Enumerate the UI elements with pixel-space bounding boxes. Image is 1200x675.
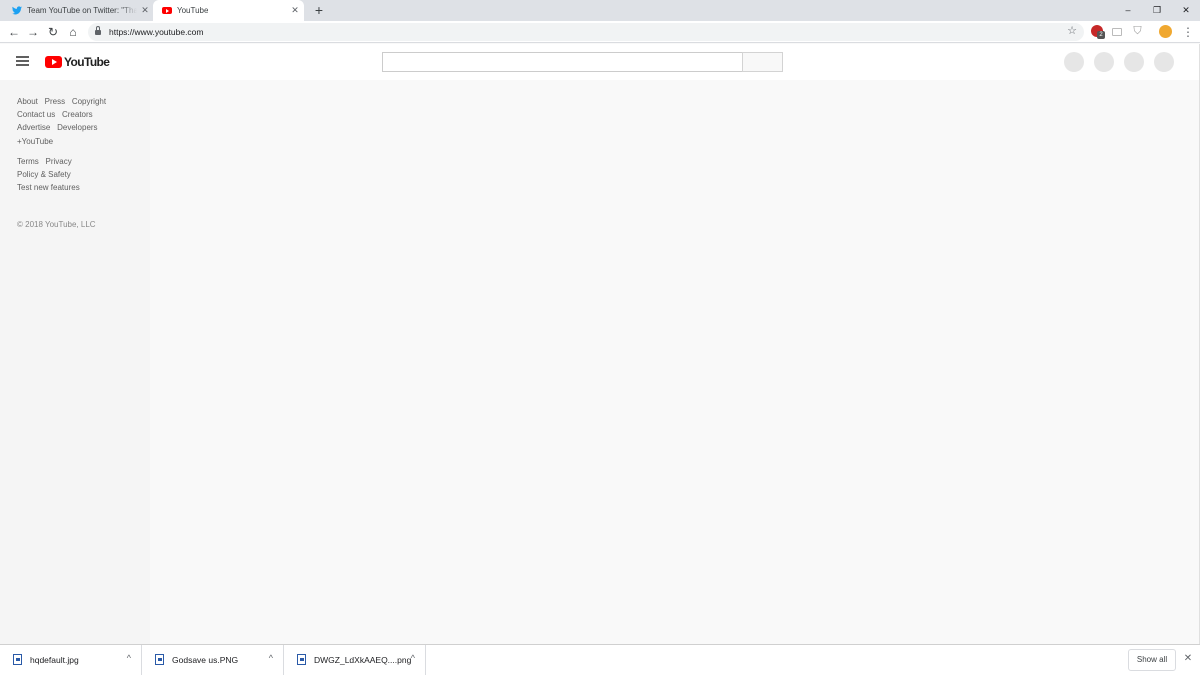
image-file-icon	[13, 654, 22, 665]
profile-avatar-icon[interactable]	[1159, 25, 1172, 38]
chevron-up-icon[interactable]: ^	[411, 653, 415, 663]
tab-title: Team YouTube on Twitter: "Thanks	[27, 6, 137, 15]
close-tab-icon[interactable]: ✕	[290, 5, 300, 15]
placeholder-circle[interactable]	[1154, 52, 1174, 72]
placeholder-circle[interactable]	[1124, 52, 1144, 72]
tab-youtube[interactable]: YouTube ✕	[153, 0, 304, 21]
guide-sidebar: About Press Copyright Contact us Creator…	[0, 80, 150, 644]
back-icon[interactable]: ←	[6, 24, 22, 40]
new-tab-button[interactable]: +	[312, 3, 326, 17]
close-tab-icon[interactable]: ✕	[140, 5, 150, 15]
footer-row: +YouTube	[17, 135, 142, 148]
footer-row: Contact us Creators	[17, 108, 142, 121]
lock-icon[interactable]	[95, 26, 101, 35]
tab-twitter[interactable]: Team YouTube on Twitter: "Thanks ✕	[0, 0, 153, 21]
minimize-button[interactable]: –	[1121, 3, 1135, 17]
search-input[interactable]	[382, 52, 743, 72]
footer-link-terms[interactable]: Terms	[17, 157, 39, 166]
download-filename[interactable]: Godsave us.PNG	[172, 655, 238, 665]
tab-title: YouTube	[177, 6, 209, 15]
footer-primary-links: About Press Copyright Contact us Creator…	[17, 95, 142, 148]
footer-link-copyright[interactable]: Copyright	[72, 97, 106, 106]
extension-badge: 2	[1097, 31, 1105, 39]
restore-button[interactable]: ❐	[1150, 3, 1164, 17]
logo-text: YouTube	[64, 55, 110, 69]
search-button[interactable]	[742, 52, 783, 72]
tab-strip: Team YouTube on Twitter: "Thanks ✕ YouTu…	[0, 0, 1200, 21]
download-item[interactable]: Godsave us.PNG ^	[142, 645, 284, 675]
footer-link-privacy[interactable]: Privacy	[46, 157, 72, 166]
close-shelf-icon[interactable]: ✕	[1182, 653, 1194, 665]
twitter-bird-icon	[12, 6, 22, 16]
hamburger-menu-icon[interactable]	[16, 56, 29, 66]
home-icon[interactable]: ⌂	[65, 24, 81, 40]
address-bar[interactable]: https://www.youtube.com ☆	[88, 23, 1084, 41]
extension-icon[interactable]: 2	[1091, 25, 1105, 39]
copyright-text: © 2018 YouTube, LLC	[17, 220, 96, 229]
close-window-button[interactable]: ✕	[1179, 3, 1193, 17]
show-all-button[interactable]: Show all	[1128, 649, 1176, 671]
youtube-play-icon	[45, 56, 62, 68]
placeholder-circle[interactable]	[1064, 52, 1084, 72]
footer-link-policy-safety[interactable]: Policy & Safety	[17, 170, 71, 179]
footer-link-developers[interactable]: Developers	[57, 123, 97, 132]
mail-extension-icon[interactable]	[1112, 28, 1122, 36]
youtube-masthead: YouTube	[0, 44, 1200, 80]
shield-extension-icon[interactable]: ⛉	[1132, 25, 1143, 38]
youtube-favicon-icon	[162, 6, 172, 16]
footer-secondary-links: Terms Privacy Policy & Safety Test new f…	[17, 155, 142, 195]
footer-row: Policy & Safety	[17, 168, 142, 181]
footer-link-plus-youtube[interactable]: +YouTube	[17, 137, 53, 146]
chevron-up-icon[interactable]: ^	[269, 653, 273, 663]
bookmark-star-icon[interactable]: ☆	[1067, 24, 1077, 37]
footer-row: Test new features	[17, 181, 142, 194]
placeholder-circle[interactable]	[1094, 52, 1114, 72]
footer-link-advertise[interactable]: Advertise	[17, 123, 50, 132]
download-item[interactable]: hqdefault.jpg ^	[0, 645, 142, 675]
browser-toolbar: ← → ↻ ⌂ https://www.youtube.com ☆ 2 ⛉ ⋮	[0, 21, 1200, 43]
browser-menu-icon[interactable]: ⋮	[1182, 24, 1194, 40]
footer-row: Advertise Developers	[17, 121, 142, 134]
footer-link-about[interactable]: About	[17, 97, 38, 106]
image-file-icon	[297, 654, 306, 665]
footer-link-creators[interactable]: Creators	[62, 110, 93, 119]
download-item[interactable]: DWGZ_LdXkAAEQ....png ^	[284, 645, 426, 675]
footer-link-press[interactable]: Press	[45, 97, 65, 106]
download-shelf: hqdefault.jpg ^ Godsave us.PNG ^ DWGZ_Ld…	[0, 644, 1200, 675]
forward-icon[interactable]: →	[25, 24, 41, 40]
footer-row: Terms Privacy	[17, 155, 142, 168]
download-filename[interactable]: DWGZ_LdXkAAEQ....png	[314, 655, 411, 665]
footer-row: About Press Copyright	[17, 95, 142, 108]
youtube-logo[interactable]: YouTube	[45, 55, 110, 69]
url-text[interactable]: https://www.youtube.com	[109, 27, 204, 37]
reload-icon[interactable]: ↻	[45, 24, 61, 40]
chevron-up-icon[interactable]: ^	[127, 653, 131, 663]
footer-link-test-features[interactable]: Test new features	[17, 183, 80, 192]
download-filename[interactable]: hqdefault.jpg	[30, 655, 79, 665]
image-file-icon	[155, 654, 164, 665]
footer-link-contact[interactable]: Contact us	[17, 110, 55, 119]
